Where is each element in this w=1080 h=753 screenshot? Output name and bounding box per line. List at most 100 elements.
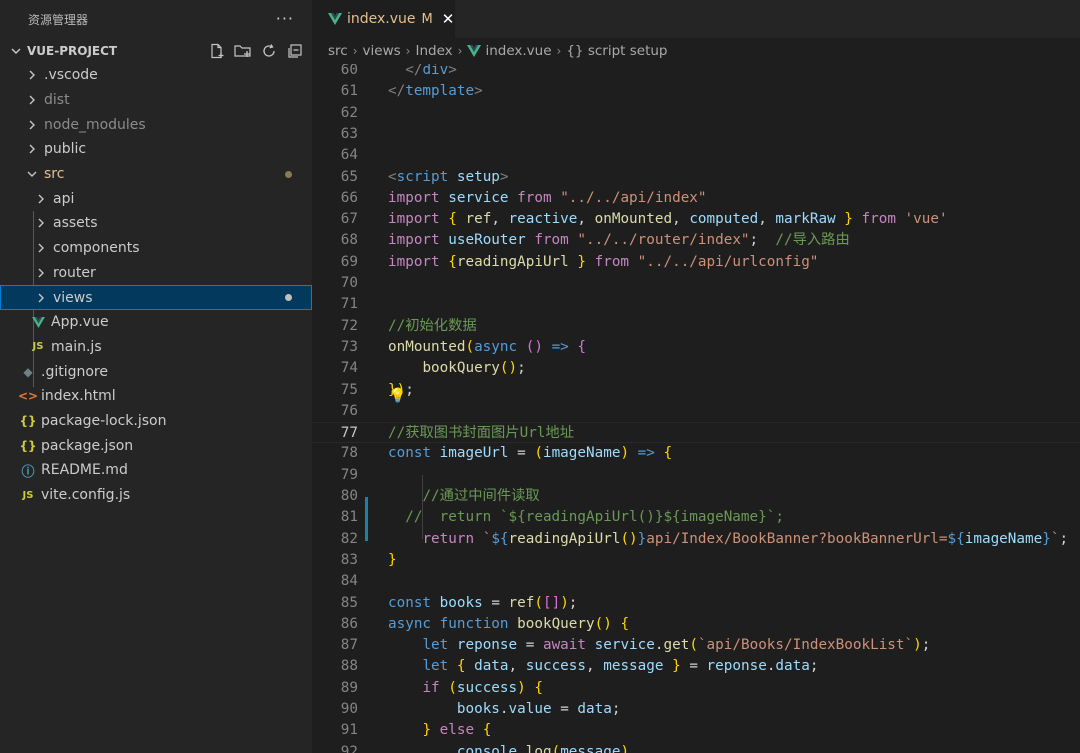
code-line[interactable]: 80 //通过中间件读取 [312, 486, 1080, 507]
code-line[interactable]: 83} [312, 550, 1080, 571]
code-editor[interactable]: 💡 60 </div> 61 </template> 62 63 64 65 <script … [312, 64, 1080, 753]
code-line[interactable]: 60 </div> [312, 64, 1080, 81]
code-line[interactable]: 85 const books = ref([]); [312, 593, 1080, 614]
code-line[interactable]: 81 // return `${readingApiUrl()}${imageN… [312, 507, 1080, 528]
code-line[interactable]: 74 bookQuery(); [312, 358, 1080, 379]
tab-index-vue[interactable]: index.vue M ✕ [312, 0, 455, 38]
line-number: 65 [340, 168, 358, 185]
code-line[interactable]: 76 [312, 401, 1080, 422]
new-file-icon[interactable] [208, 42, 226, 60]
line-number: 72 [340, 317, 358, 334]
code-line[interactable]: 91 } else { [312, 720, 1080, 741]
tree-item-label: public [44, 141, 87, 158]
tree-item-dist[interactable]: dist [0, 88, 312, 113]
chevron-right-icon [36, 268, 46, 278]
tree-item-label: assets [53, 215, 98, 232]
refresh-icon[interactable] [260, 42, 278, 60]
code-line[interactable]: 68 import useRouter from "../../router/in… [312, 230, 1080, 251]
breadcrumb-index[interactable]: Index [415, 43, 452, 59]
tree-item-public[interactable]: public [0, 137, 312, 162]
tree-item-index-html[interactable]: <> index.html [0, 384, 312, 409]
code-line[interactable]: 84 [312, 571, 1080, 592]
breadcrumb: src › views › Index › index.vue › {} scr… [312, 38, 1080, 64]
tree-item-main-js[interactable]: JS main.js [0, 335, 312, 360]
collapse-all-icon[interactable] [286, 42, 304, 60]
line-number: 85 [340, 594, 358, 611]
code-line[interactable]: 82 return `${readingApiUrl()}api/Index/B… [312, 529, 1080, 550]
code-line[interactable]: 72 //初始化数据 [312, 316, 1080, 337]
tree-item-label: vite.config.js [41, 487, 131, 504]
line-number: 64 [340, 147, 358, 164]
code-line[interactable]: 69 import {readingApiUrl } from "../../ap… [312, 252, 1080, 273]
code-line[interactable]: 61 </template> [312, 81, 1080, 102]
code-line[interactable]: 79 [312, 465, 1080, 486]
code-text: import useRouter from "../../router/inde… [388, 232, 850, 249]
line-number: 75 [340, 381, 358, 398]
tree-item-package-lock-json[interactable]: {} package-lock.json [0, 409, 312, 434]
code-text: let reponse = await service.get(`api/Boo… [422, 637, 931, 654]
line-number: 68 [340, 232, 358, 249]
code-line[interactable]: 65 <script setup> [312, 167, 1080, 188]
code-text: const imageUrl = (imageName) => { [388, 445, 673, 462]
modified-dot [285, 294, 292, 302]
chevron-right-icon: › [556, 44, 562, 58]
breadcrumb-views[interactable]: views [363, 43, 401, 59]
tree-item-views[interactable]: views [0, 285, 312, 310]
tree-item-components[interactable]: components [0, 236, 312, 261]
line-number: 67 [340, 211, 358, 228]
code-line[interactable]: 75}); [312, 380, 1080, 401]
tree-item-app-vue[interactable]: App.vue [0, 310, 312, 335]
line-number: 71 [340, 296, 358, 313]
tree-item-api[interactable]: api [0, 186, 312, 211]
tree-item-label: package.json [41, 437, 134, 454]
code-text: }); [388, 381, 414, 398]
tree-item-node-modules[interactable]: node_modules [0, 112, 312, 137]
more-actions-icon[interactable]: ··· [276, 9, 294, 28]
breadcrumb-src[interactable]: src [328, 43, 348, 59]
tree-item-label: index.html [41, 388, 116, 405]
tree-item-assets[interactable]: assets [0, 211, 312, 236]
tree-item-gitignore[interactable]: ◆ .gitignore [0, 359, 312, 384]
tree-item-vite-config-js[interactable]: JS vite.config.js [0, 483, 312, 508]
code-line[interactable]: 92 console.log(message) [312, 742, 1080, 753]
line-number: 66 [340, 189, 358, 206]
tree-item-router[interactable]: router [0, 261, 312, 286]
code-line[interactable]: 77 //获取图书封面图片Url地址 [312, 422, 1080, 444]
code-line[interactable]: 64 [312, 145, 1080, 166]
code-line[interactable]: 78 const imageUrl = (imageName) => { [312, 443, 1080, 464]
tree-item-src[interactable]: src [0, 162, 312, 187]
tree-item-package-json[interactable]: {} package.json [0, 433, 312, 458]
code-line[interactable]: 62 [312, 103, 1080, 124]
tree-item-vscode[interactable]: .vscode [0, 63, 312, 88]
tree-item-readme-md[interactable]: ⓘ README.md [0, 458, 312, 483]
chevron-down-icon [27, 169, 37, 179]
breadcrumb-file[interactable]: index.vue [485, 43, 551, 59]
code-line[interactable]: 71 [312, 294, 1080, 315]
code-line[interactable]: 86 async function bookQuery() { [312, 614, 1080, 635]
breadcrumb-symbol[interactable]: {} script setup [566, 43, 667, 59]
code-line[interactable]: 63 [312, 124, 1080, 145]
code-line[interactable]: 67 import { ref, reactive, onMounted, com… [312, 209, 1080, 230]
project-header[interactable]: VUE-PROJECT [0, 39, 312, 63]
project-name: VUE-PROJECT [27, 44, 118, 58]
close-tab-icon[interactable]: ✕ [442, 10, 455, 28]
code-text: bookQuery(); [422, 360, 526, 377]
new-folder-icon[interactable] [234, 42, 252, 60]
line-number: 87 [340, 637, 358, 654]
code-text: } [388, 551, 397, 568]
code-line[interactable]: 87 let reponse = await service.get(`api/… [312, 635, 1080, 656]
code-text: import {readingApiUrl } from "../../api/… [388, 253, 819, 270]
tree-item-label: api [53, 190, 75, 207]
code-line[interactable]: 90 books.value = data; [312, 699, 1080, 720]
code-line[interactable]: 73 onMounted(async () => { [312, 337, 1080, 358]
tree-item-label: App.vue [51, 314, 109, 331]
chevron-right-icon [36, 218, 46, 228]
code-line[interactable]: 66 import service from "../../api/index" [312, 188, 1080, 209]
code-line[interactable]: 89 if (success) { [312, 678, 1080, 699]
line-number: 91 [340, 722, 358, 739]
code-line[interactable]: 88 let { data, success, message } = repo… [312, 656, 1080, 677]
code-text: //获取图书封面图片Url地址 [388, 425, 575, 442]
git-file-icon: ◆ [23, 364, 33, 379]
chevron-right-icon [27, 95, 37, 105]
code-line[interactable]: 70 [312, 273, 1080, 294]
